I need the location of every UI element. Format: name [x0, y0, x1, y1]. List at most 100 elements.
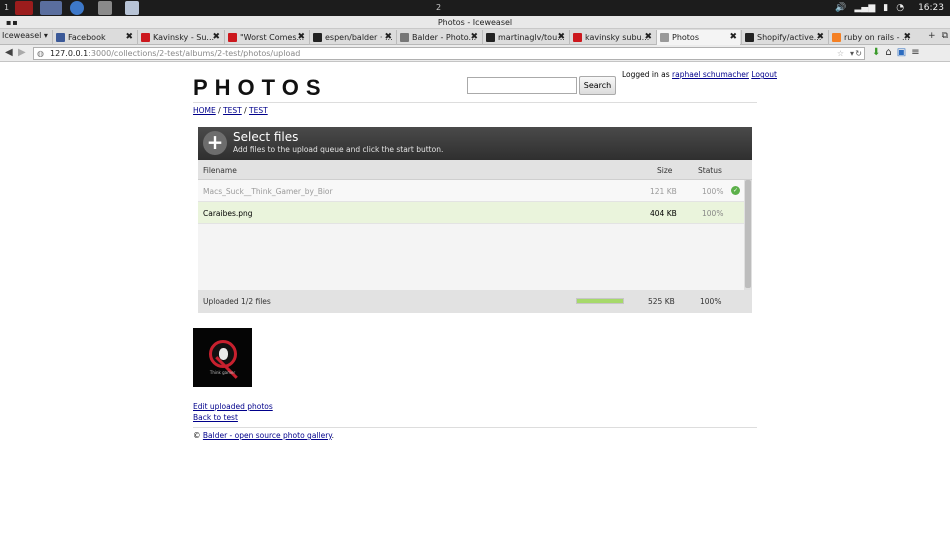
upload-title: Select files — [233, 130, 299, 144]
photo-thumbnail[interactable]: Think gamer — [193, 328, 252, 387]
upload-header[interactable]: + Select files Add files to the upload q… — [198, 127, 752, 160]
window-title: Photos - Iceweasel — [437, 18, 513, 27]
close-tab-icon[interactable]: ✖ — [125, 32, 133, 42]
youtube-icon — [141, 33, 150, 42]
footer-period: . — [331, 431, 335, 440]
close-tab-icon[interactable]: ✖ — [816, 32, 824, 42]
browser-tab[interactable]: Photos ✖ — [656, 30, 740, 45]
browser-tab[interactable]: Shopify/active... ✖ — [741, 30, 827, 45]
app-launcher-icon[interactable] — [15, 1, 33, 15]
tab-bar: Iceweasel ▾ Facebook ✖ Kavinsky - Su... ✖ "W… — [0, 29, 950, 45]
divider — [193, 427, 757, 428]
window-titlebar: ▪▪ Photos - Iceweasel — [0, 16, 950, 29]
balder-link[interactable]: Balder - open source photo gallery — [203, 431, 332, 440]
home-icon[interactable]: ⌂ — [885, 47, 891, 58]
bookmark-star-icon[interactable]: ☆ — [837, 48, 844, 59]
facebook-icon — [56, 33, 65, 42]
github-icon — [486, 33, 495, 42]
tab-tools: + ⧉ — [928, 31, 948, 41]
file-manager-icon[interactable] — [98, 1, 112, 15]
add-files-icon[interactable]: + — [203, 131, 227, 155]
browser-tab[interactable]: espen/balder · ... ✖ — [309, 30, 395, 45]
close-tab-icon[interactable]: ✖ — [384, 32, 392, 42]
search-button[interactable]: Search — [579, 76, 616, 95]
user-link[interactable]: raphael schumacher — [672, 70, 749, 79]
browser-tab[interactable]: ruby on rails - ... ✖ — [828, 30, 914, 45]
file-name: Macs_Suck__Think_Gamer_by_Bior — [203, 187, 333, 196]
chromium-icon[interactable] — [70, 1, 84, 15]
file-size: 404 KB — [650, 209, 677, 218]
browser-tab[interactable]: Kavinsky - Su... ✖ — [137, 30, 223, 45]
close-tab-icon[interactable]: ✖ — [297, 32, 305, 42]
tab-list-icon[interactable]: ⧉ — [942, 31, 948, 41]
logout-link[interactable]: Logout — [751, 70, 777, 79]
file-status: 100% — [702, 209, 724, 218]
github-icon — [313, 33, 322, 42]
wifi-icon[interactable]: ◔ — [896, 3, 904, 13]
edit-uploaded-photos-link[interactable]: Edit uploaded photos — [193, 402, 273, 411]
breadcrumb-collection[interactable]: TEST — [223, 106, 242, 115]
window-icon[interactable] — [125, 1, 139, 15]
site-logo[interactable]: PHOTOS — [193, 75, 328, 101]
upload-footer: Uploaded 1/2 files 525 KB 100% — [198, 290, 752, 313]
upload-subtitle: Add files to the upload queue and click … — [233, 145, 444, 154]
reload-icon[interactable]: ↻ — [855, 48, 862, 59]
workspace-number[interactable]: 1 — [4, 3, 9, 12]
volume-icon[interactable]: 🔊 — [835, 3, 846, 13]
upload-progress-fill — [577, 299, 623, 303]
close-tab-icon[interactable]: ✖ — [644, 32, 652, 42]
forward-arrow-icon[interactable]: ▶ — [18, 47, 26, 58]
iceweasel-icon[interactable] — [40, 1, 62, 15]
page-footer: © Balder - open source photo gallery. — [193, 431, 334, 440]
menu-icon[interactable]: ≡ — [911, 47, 919, 58]
copyright-symbol: © — [193, 431, 201, 440]
breadcrumb-home[interactable]: HOME — [193, 106, 216, 115]
battery-icon[interactable]: ▮ — [883, 3, 888, 13]
scrollbar-thumb[interactable] — [745, 180, 751, 288]
stackoverflow-icon — [832, 33, 841, 42]
browser-tab[interactable]: Facebook ✖ — [52, 30, 136, 45]
download-icon[interactable]: ⬇ — [872, 47, 880, 58]
window-menu-icon[interactable]: ▪▪ — [6, 16, 19, 29]
globe-icon: ◍ — [37, 49, 44, 58]
close-tab-icon[interactable]: ✖ — [557, 32, 565, 42]
file-size: 121 KB — [650, 187, 677, 196]
thumbnail-caption: Think gamer — [209, 370, 236, 375]
dropdown-arrow-icon[interactable]: ▾ — [850, 48, 854, 59]
github-icon — [745, 33, 754, 42]
browser-tab[interactable]: martinaglv/tou... ✖ — [482, 30, 568, 45]
back-link[interactable]: Back to test — [193, 413, 238, 422]
column-filename: Filename — [203, 166, 237, 175]
browser-tab[interactable]: kavinsky subu... ✖ — [569, 30, 655, 45]
browser-tab[interactable]: Balder - Photo... ✖ — [396, 30, 481, 45]
url-host: 127.0.0.1 — [50, 49, 89, 58]
close-tab-icon[interactable]: ✖ — [212, 32, 220, 42]
signal-icon[interactable]: ▂▄▆ — [854, 3, 875, 13]
new-tab-icon[interactable]: + — [928, 31, 936, 41]
back-arrow-icon[interactable]: ◀ — [5, 47, 13, 58]
no-sign-icon — [209, 340, 238, 379]
upload-widget: + Select files Add files to the upload q… — [198, 127, 752, 313]
check-icon: ✓ — [731, 186, 740, 195]
file-row: Macs_Suck__Think_Gamer_by_Bior 121 KB 10… — [198, 180, 744, 202]
close-tab-icon[interactable]: ✖ — [903, 32, 911, 42]
system-tray: 🔊 ▂▄▆ ▮ ◔ 16:23 — [835, 0, 950, 16]
close-tab-icon[interactable]: ✖ — [470, 32, 478, 42]
file-name: Caraibes.png — [203, 209, 253, 218]
app-menu-button[interactable]: Iceweasel ▾ — [2, 31, 48, 40]
breadcrumb-album[interactable]: TEST — [249, 106, 268, 115]
file-status: 100% — [702, 187, 724, 196]
login-status: Logged in as raphael schumacher Logout — [622, 70, 777, 79]
url-bar[interactable]: ◍ 127.0.0.1:3000/collections/2-test/albu… — [33, 47, 865, 60]
search-input[interactable] — [467, 77, 577, 94]
file-list-header: Filename Size Status — [198, 160, 752, 180]
navigation-bar: ◀ ▶ ◍ 127.0.0.1:3000/collections/2-test/… — [0, 45, 950, 62]
page-icon — [660, 33, 669, 42]
addon-icon[interactable]: ▣ — [897, 47, 906, 58]
browser-tab[interactable]: "Worst Comes... ✖ — [224, 30, 308, 45]
taskbar: 1 2 🔊 ▂▄▆ ▮ ◔ 16:23 — [0, 0, 950, 16]
url-path: :3000/collections/2-test/albums/2-test/p… — [88, 49, 301, 58]
breadcrumb: HOME / TEST / TEST — [193, 106, 268, 115]
file-list-scrollbar[interactable] — [744, 180, 752, 290]
close-tab-icon[interactable]: ✖ — [729, 32, 737, 42]
